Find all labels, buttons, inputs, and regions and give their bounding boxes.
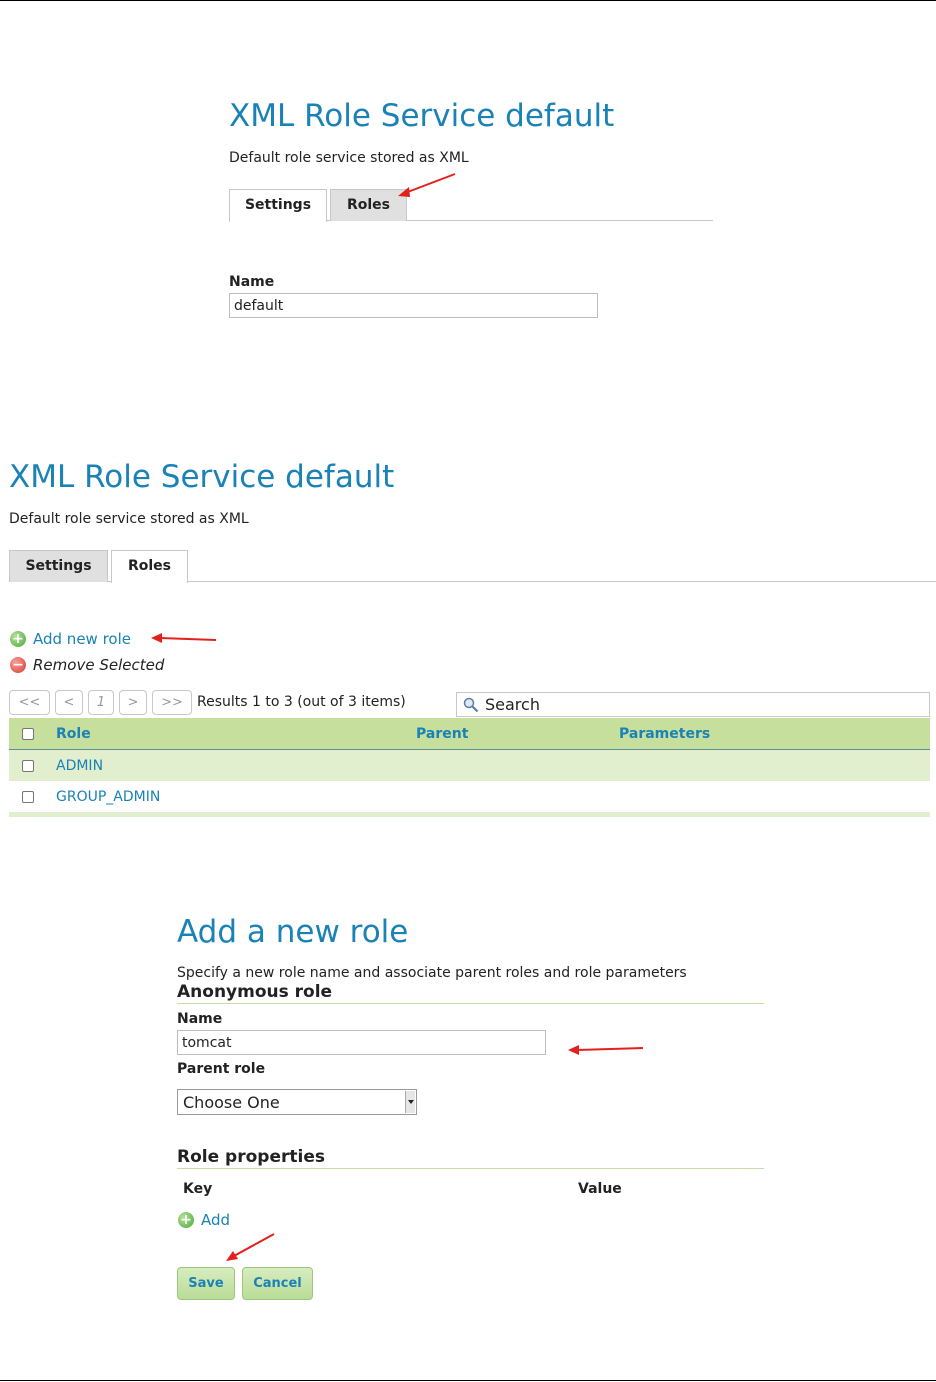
name-field[interactable]	[229, 293, 598, 318]
name-label: Name	[229, 274, 275, 290]
add-property-label: Add	[201, 1211, 231, 1229]
value-column-header: Value	[578, 1181, 622, 1197]
save-button[interactable]: Save	[177, 1267, 235, 1300]
name-label: Name	[177, 1011, 223, 1027]
row-checkbox[interactable]	[22, 790, 34, 803]
column-header-role[interactable]: Role	[56, 718, 91, 749]
page-description: Default role service stored as XML	[9, 511, 249, 527]
select-all-checkbox[interactable]	[22, 727, 34, 740]
plus-circle-icon: +	[10, 631, 26, 647]
annotation-arrow-add-role	[151, 633, 217, 643]
tab-settings[interactable]: Settings	[9, 550, 108, 582]
section-title-role-properties: Role properties	[177, 1147, 325, 1167]
plus-circle-icon: +	[178, 1212, 194, 1228]
roles-table: Role Parent Parameters ADMIN GROUP_ADMIN	[9, 718, 930, 817]
annotation-arrow-save	[226, 1233, 275, 1261]
pager-page-number[interactable]: 1	[88, 690, 114, 715]
annotation-arrow-role-name	[568, 1045, 644, 1055]
parent-role-label: Parent role	[177, 1061, 266, 1077]
add-property-link[interactable]: + Add	[178, 1210, 230, 1230]
key-column-header: Key	[183, 1181, 213, 1197]
table-header: Role Parent Parameters	[9, 718, 930, 750]
parent-role-selected-value: Choose One	[183, 1092, 280, 1112]
pager-last-button[interactable]: >>	[152, 690, 192, 715]
role-link[interactable]: ADMIN	[56, 750, 103, 781]
role-name-field[interactable]	[177, 1030, 546, 1055]
page-title: XML Role Service default	[9, 459, 395, 495]
role-link[interactable]: GROUP_ADMIN	[56, 781, 160, 812]
remove-selected-label: Remove Selected	[33, 656, 165, 674]
add-new-role-label: Add new role	[33, 630, 131, 648]
bottom-page-rule	[0, 1380, 936, 1381]
table-row: ADMIN	[9, 750, 930, 781]
column-header-parameters[interactable]: Parameters	[619, 718, 710, 749]
page-description: Default role service stored as XML	[229, 150, 469, 166]
table-footer	[9, 812, 930, 817]
top-page-rule	[0, 0, 936, 1]
section-divider	[177, 1003, 764, 1004]
minus-circle-icon: −	[10, 657, 26, 673]
cancel-button[interactable]: Cancel	[242, 1267, 313, 1300]
remove-selected-link[interactable]: − Remove Selected	[10, 655, 164, 675]
pager-prev-button[interactable]: <	[55, 690, 83, 715]
table-row: GROUP_ADMIN	[9, 781, 930, 812]
search-icon	[463, 697, 479, 712]
page-description: Specify a new role name and associate pa…	[177, 965, 687, 981]
tab-settings[interactable]: Settings	[229, 189, 327, 222]
search-input[interactable]	[485, 695, 905, 714]
section-divider	[177, 1168, 764, 1169]
pager-first-button[interactable]: <<	[9, 690, 50, 715]
section-title-anonymous-role: Anonymous role	[177, 982, 333, 1002]
pager-next-button[interactable]: >	[119, 690, 147, 715]
results-count: Results 1 to 3 (out of 3 items)	[197, 694, 406, 710]
dropdown-arrow-icon	[405, 1091, 415, 1113]
tab-bar: Settings Roles	[229, 189, 713, 222]
add-new-role-link[interactable]: + Add new role	[10, 629, 131, 649]
search-box	[456, 692, 930, 717]
page-title: Add a new role	[177, 914, 409, 950]
row-checkbox[interactable]	[22, 759, 34, 772]
tab-bar: Settings Roles	[9, 550, 936, 583]
page-title: XML Role Service default	[229, 98, 615, 134]
annotation-arrow-roles-tab	[398, 173, 456, 197]
tab-roles[interactable]: Roles	[111, 550, 188, 583]
column-header-parent[interactable]: Parent	[416, 718, 468, 749]
parent-role-select[interactable]: Choose One	[177, 1089, 417, 1115]
